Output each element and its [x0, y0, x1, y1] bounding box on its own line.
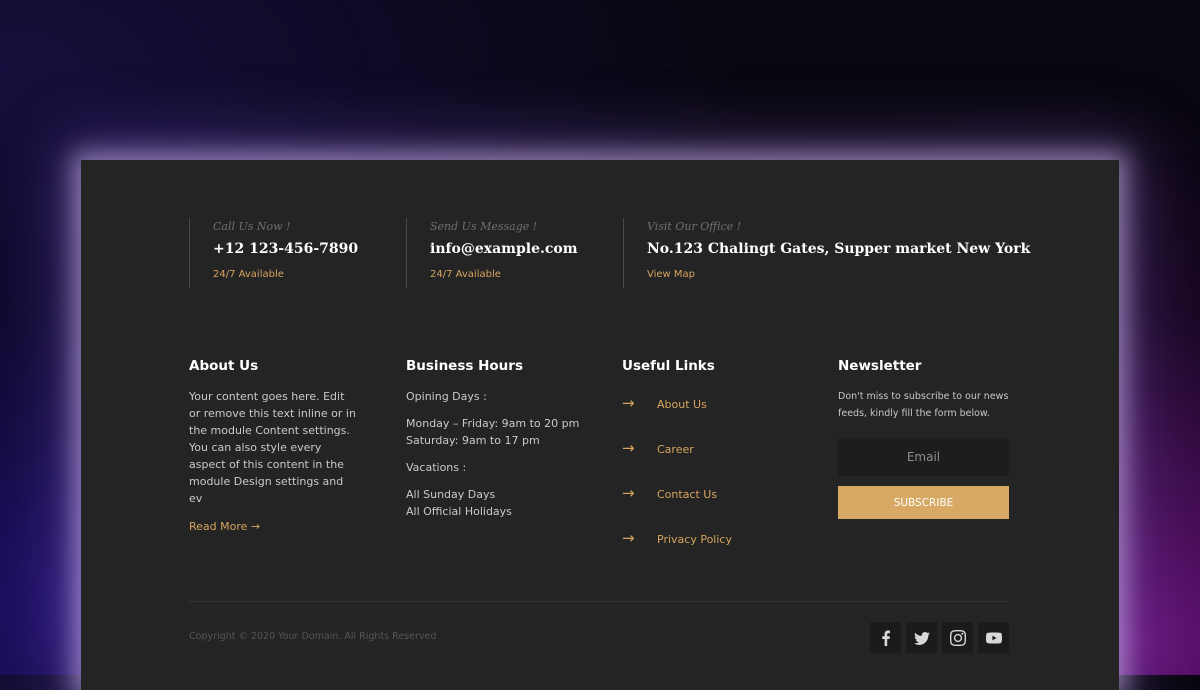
weekday-hours: Monday – Friday: 9am to 20 pm — [406, 417, 580, 430]
arrow-right-icon: → — [622, 439, 635, 457]
opening-days-label: Opining Days : — [406, 390, 487, 403]
saturday-hours: Saturday: 9am to 17 pm — [406, 434, 540, 447]
arrow-right-icon: → — [622, 394, 635, 412]
arrow-right-icon: → — [622, 529, 635, 547]
contact-office: Visit Our Office ! No.123 Chalingt Gates… — [623, 218, 1030, 288]
read-more-link[interactable]: Read More → — [189, 520, 260, 533]
phone-number[interactable]: +12 123-456-7890 — [213, 241, 358, 257]
link-contact-us[interactable]: → Contact Us — [622, 484, 802, 531]
copyright-text: Copyright © 2020 Your Domain. All Rights… — [189, 631, 437, 642]
footer-divider — [189, 601, 1010, 602]
vacation-sundays: All Sunday Days — [406, 488, 496, 501]
contact-call: Call Us Now ! +12 123-456-7890 24/7 Avai… — [189, 218, 358, 288]
link-label: About Us — [657, 398, 707, 411]
link-privacy-policy[interactable]: → Privacy Policy — [622, 529, 802, 576]
link-label: Privacy Policy — [657, 533, 732, 546]
links-column: Useful Links → About Us → Career → Conta… — [622, 358, 802, 576]
link-label: Career — [657, 443, 694, 456]
facebook-icon[interactable] — [870, 622, 901, 653]
office-address: No.123 Chalingt Gates, Supper market New… — [647, 241, 1031, 257]
youtube-icon[interactable] — [978, 622, 1009, 653]
link-career[interactable]: → Career — [622, 439, 802, 486]
hours-title: Business Hours — [406, 358, 523, 374]
link-about-us[interactable]: → About Us — [622, 394, 802, 441]
message-availability: 24/7 Available — [430, 269, 501, 280]
vacation-holidays: All Official Holidays — [406, 505, 512, 518]
newsletter-title: Newsletter — [838, 358, 922, 374]
subscribe-button[interactable]: SUBSCRIBE — [838, 486, 1009, 519]
contact-call-label: Call Us Now ! — [213, 220, 291, 233]
about-text: Your content goes here. Edit or remove t… — [189, 390, 356, 505]
link-label: Contact Us — [657, 488, 718, 501]
email-address[interactable]: info@example.com — [430, 241, 578, 257]
twitter-icon[interactable] — [906, 622, 937, 653]
hours-column: Business Hours Opining Days : Monday – F… — [406, 358, 596, 520]
footer-panel: Call Us Now ! +12 123-456-7890 24/7 Avai… — [81, 160, 1119, 690]
instagram-icon[interactable] — [942, 622, 973, 653]
links-title: Useful Links — [622, 358, 715, 374]
contact-message-label: Send Us Message ! — [430, 220, 538, 233]
newsletter-column: Newsletter Don't miss to subscribe to ou… — [838, 358, 1010, 528]
about-column: About Us Your content goes here. Edit or… — [189, 358, 359, 533]
newsletter-text: Don't miss to subscribe to our news feed… — [838, 391, 1009, 419]
vacations-label: Vacations : — [406, 461, 467, 474]
call-availability: 24/7 Available — [213, 269, 284, 280]
contact-message: Send Us Message ! info@example.com 24/7 … — [406, 218, 578, 288]
view-map-link[interactable]: View Map — [647, 269, 695, 280]
about-title: About Us — [189, 358, 259, 374]
email-field[interactable] — [838, 438, 1009, 476]
arrow-right-icon: → — [622, 484, 635, 502]
contact-office-label: Visit Our Office ! — [647, 220, 742, 233]
